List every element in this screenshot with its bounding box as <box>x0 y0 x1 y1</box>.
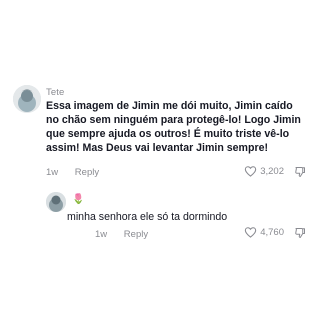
avatar-image <box>46 192 66 212</box>
comment-text: Essa imagem de Jimin me dói muito, Jimin… <box>46 99 316 155</box>
reply-button[interactable]: Reply <box>124 229 148 240</box>
comment-text-line: Essa imagem de Jimin me dói muito, Jimin… <box>46 100 293 112</box>
avatar-image <box>13 85 41 113</box>
reply-text-line: minha senhora ele só ta dormindo <box>67 211 228 223</box>
avatar[interactable] <box>46 192 66 212</box>
comment-text-line: assim! Mas Deus vai levantar Jimin sempr… <box>46 142 268 154</box>
dislike-button[interactable] <box>294 166 306 178</box>
dislike-button[interactable] <box>294 227 306 239</box>
comment-actions: 3,202 <box>244 165 306 178</box>
reply-text: minha senhora ele só ta dormindo <box>67 210 227 224</box>
comment-text-line: que sempre ajuda os outros! É muito tris… <box>46 128 290 140</box>
like-count: 4,760 <box>260 227 284 238</box>
reply-timestamp: 1w <box>95 229 108 240</box>
comment-timestamp: 1w <box>46 167 59 178</box>
reply-button[interactable]: Reply <box>75 167 99 178</box>
reply-meta: 1w Reply <box>95 229 148 240</box>
heart-outline-icon <box>245 227 257 238</box>
comments-panel: Tete Essa imagem de Jimin me dói muito, … <box>0 0 320 320</box>
heart-outline-icon <box>245 166 257 177</box>
like-button[interactable]: 3,202 <box>244 165 284 178</box>
reply-comment: 🌷 minha senhora ele só ta dormindo 1w Re… <box>0 188 320 244</box>
reply-username[interactable]: 🌷 <box>72 194 85 205</box>
reply-actions: 4,760 <box>244 226 306 239</box>
comment-username[interactable]: Tete <box>46 87 64 98</box>
avatar[interactable] <box>13 85 41 113</box>
like-count: 3,202 <box>260 166 284 177</box>
like-button[interactable]: 4,760 <box>244 226 284 239</box>
comment-text-line: no chão sem ninguém para protegê-lo! Log… <box>46 114 301 126</box>
comment: Tete Essa imagem de Jimin me dói muito, … <box>0 84 320 184</box>
thumbs-down-outline-icon <box>295 227 305 238</box>
thumbs-down-outline-icon <box>295 166 305 177</box>
comment-meta: 1w Reply <box>46 167 99 178</box>
